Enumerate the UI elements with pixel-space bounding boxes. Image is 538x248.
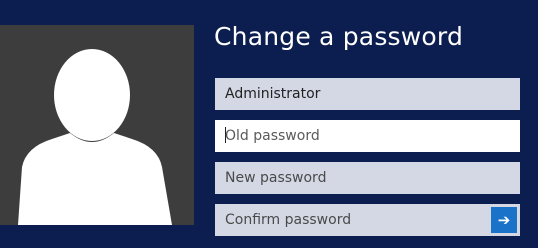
new-password-placeholder: New password	[225, 170, 327, 186]
change-password-screen: Change a password Administrator Old pass…	[0, 0, 538, 248]
old-password-field[interactable]: Old password	[215, 120, 520, 152]
confirm-password-placeholder: Confirm password	[225, 212, 352, 228]
old-password-placeholder: Old password	[225, 128, 320, 144]
user-silhouette-icon	[18, 49, 172, 225]
submit-button[interactable]: ➔	[491, 207, 517, 233]
page-title: Change a password	[214, 22, 464, 51]
new-password-field[interactable]: New password	[215, 162, 520, 194]
user-avatar-tile	[0, 25, 194, 225]
username-field: Administrator	[215, 78, 520, 110]
confirm-password-field[interactable]: Confirm password ➔	[215, 204, 520, 236]
arrow-right-icon: ➔	[497, 211, 511, 229]
